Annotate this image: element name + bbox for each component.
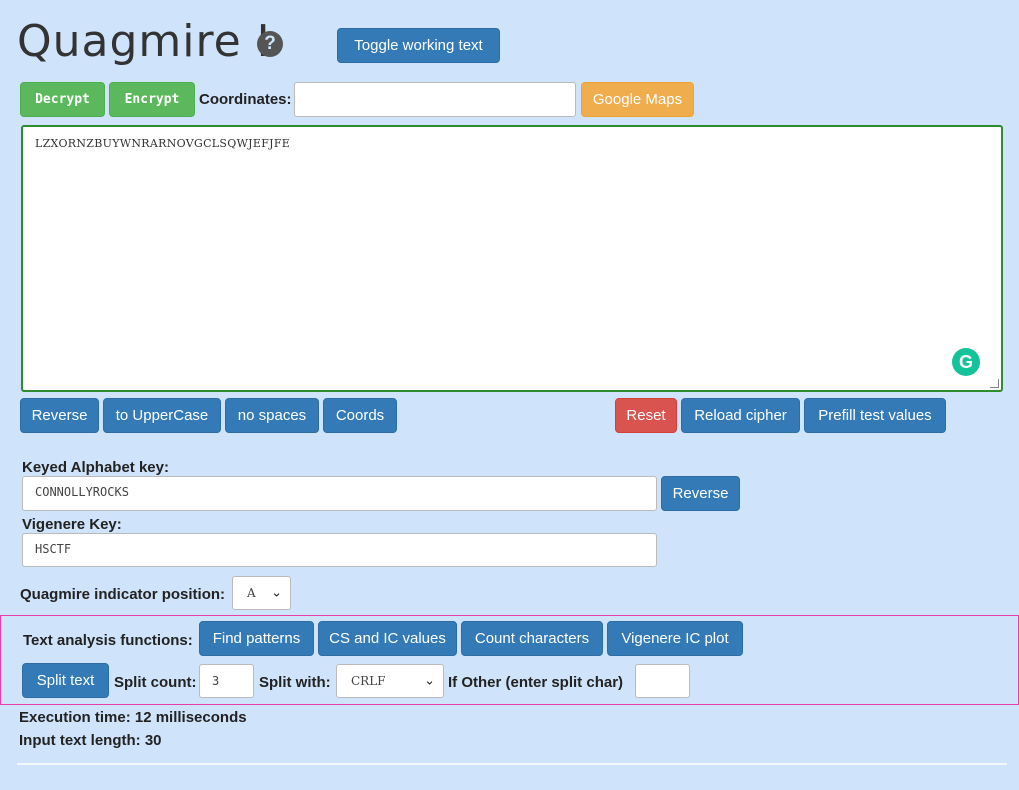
- reset-button[interactable]: Reset: [615, 398, 677, 433]
- reverse-key-button[interactable]: Reverse: [661, 476, 740, 511]
- decrypt-button[interactable]: Decrypt: [20, 82, 105, 117]
- prefill-test-values-button[interactable]: Prefill test values: [804, 398, 946, 433]
- google-maps-button[interactable]: Google Maps: [581, 82, 694, 117]
- vigenere-ic-plot-button[interactable]: Vigenere IC plot: [607, 621, 743, 656]
- cipher-text: LZXORNZBUYWNRARNOVGCLSQWJEFJFE: [35, 137, 291, 150]
- split-other-label: If Other (enter split char): [448, 674, 624, 691]
- toggle-working-text-button[interactable]: Toggle working text: [337, 28, 500, 63]
- indicator-selected-value: A: [247, 586, 256, 600]
- indicator-position-label: Quagmire indicator position:: [20, 586, 226, 603]
- coordinates-label: Coordinates:: [199, 91, 292, 108]
- indicator-position-select[interactable]: A ⌄: [232, 576, 291, 610]
- count-characters-button[interactable]: Count characters: [461, 621, 603, 656]
- split-count-label: Split count:: [114, 674, 197, 691]
- question-circle-icon[interactable]: ?: [257, 31, 283, 57]
- text-analysis-label: Text analysis functions:: [23, 632, 193, 649]
- reload-cipher-button[interactable]: Reload cipher: [681, 398, 800, 433]
- page-title: Quagmire I: [17, 16, 271, 67]
- coordinates-input[interactable]: [294, 82, 576, 117]
- no-spaces-button[interactable]: no spaces: [225, 398, 319, 433]
- split-with-select[interactable]: CRLF ⌄: [336, 664, 444, 698]
- resize-handle-icon[interactable]: [990, 379, 999, 388]
- divider: [17, 763, 1007, 765]
- reverse-text-button[interactable]: Reverse: [20, 398, 99, 433]
- cipher-textarea[interactable]: LZXORNZBUYWNRARNOVGCLSQWJEFJFE: [21, 125, 1003, 392]
- coords-button[interactable]: Coords: [323, 398, 397, 433]
- keyed-alphabet-input[interactable]: CONNOLLYROCKS: [22, 476, 657, 511]
- input-length-text: Input text length: 30: [19, 732, 162, 749]
- uppercase-button[interactable]: to UpperCase: [103, 398, 221, 433]
- split-with-selected-value: CRLF: [351, 674, 386, 688]
- split-count-input[interactable]: 3: [199, 664, 254, 698]
- grammarly-icon[interactable]: G: [952, 348, 980, 376]
- split-text-button[interactable]: Split text: [22, 663, 109, 698]
- keyed-alphabet-label: Keyed Alphabet key:: [22, 459, 169, 476]
- vigenere-key-label: Vigenere Key:: [22, 516, 122, 533]
- split-other-input[interactable]: [635, 664, 690, 698]
- execution-time-text: Execution time: 12 milliseconds: [19, 709, 247, 726]
- vigenere-key-input[interactable]: HSCTF: [22, 533, 657, 567]
- chevron-down-icon: ⌄: [424, 673, 435, 689]
- cs-ic-values-button[interactable]: CS and IC values: [318, 621, 457, 656]
- find-patterns-button[interactable]: Find patterns: [199, 621, 314, 656]
- encrypt-button[interactable]: Encrypt: [109, 82, 195, 117]
- chevron-down-icon: ⌄: [271, 585, 282, 601]
- split-with-label: Split with:: [259, 674, 331, 691]
